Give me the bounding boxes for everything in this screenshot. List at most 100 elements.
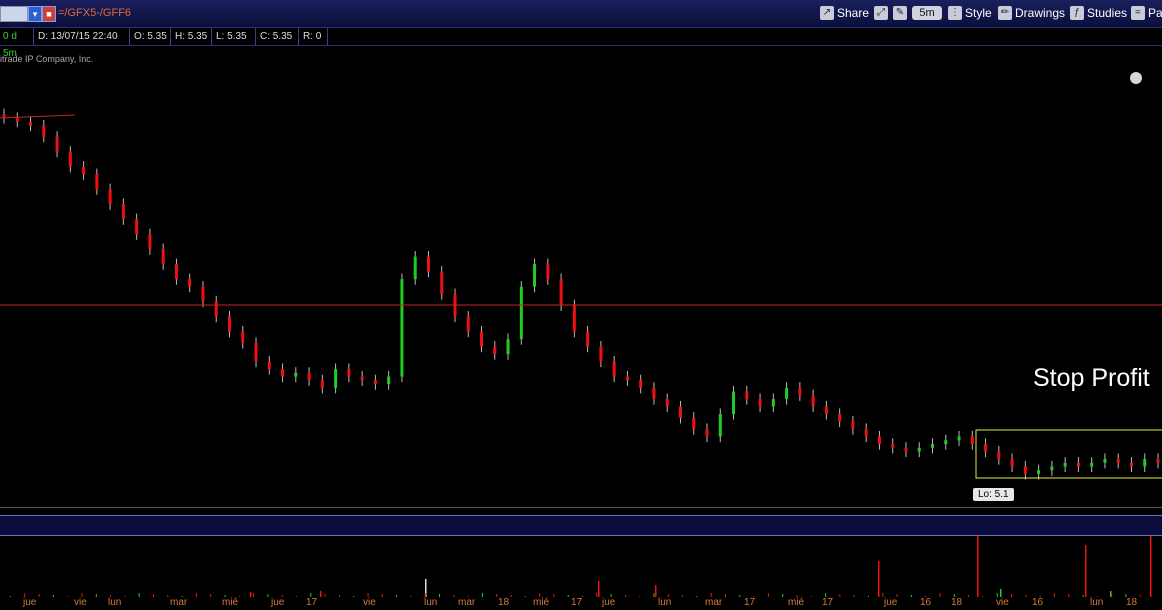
timeframe-button[interactable]: 5m [912,6,942,20]
drawings-button[interactable]: ✏ Drawings [998,5,1065,21]
candle-body [877,436,881,445]
candle-body [82,166,86,175]
volume-bar [1011,594,1012,597]
volume-bar [453,595,455,597]
volume-bar [1111,593,1113,597]
x-tick-label: jue [23,597,37,608]
candle-body [413,256,417,280]
x-tick-label: jue [884,597,898,608]
candle-body [546,264,550,280]
ohlc-info-bar: 0 d 5m D: 13/07/15 22:40 O: 5.35 H: 5.35… [0,28,1162,59]
volume-bar [810,596,812,597]
volume-bars-group [10,527,1152,597]
style-button[interactable]: ⋮ Style [948,5,992,21]
x-tick-label: 17 [744,597,756,608]
volume-bar [138,593,140,597]
candle-body [281,369,285,377]
volume-bar [1053,593,1055,597]
candle-body [440,271,444,295]
candle-body [824,406,828,415]
volume-bar [682,595,684,597]
candle-body [466,316,470,332]
stop-profit-label[interactable]: Stop Profit [1033,364,1150,393]
candle-body [718,414,722,437]
symbol-entry[interactable] [0,6,28,22]
candle-body [347,369,351,377]
candle-body [559,279,563,306]
candle-body [148,234,152,250]
candles-group [2,108,1160,480]
candle-body [652,387,656,400]
patterns-label: Pa [1148,6,1162,20]
studies-icon: ƒ [1070,6,1084,20]
x-tick-label: lun [658,597,672,608]
volume-bar [1082,595,1084,597]
trend-line[interactable] [0,114,76,119]
candle-body [1050,466,1054,471]
candle-body [493,346,497,355]
candle-body [984,444,988,452]
studies-button[interactable]: ƒ Studies [1070,5,1127,21]
volume-bar [439,594,440,597]
candle-body [586,331,590,347]
candle-body [1129,462,1133,467]
x-tick-label: mar [705,597,723,608]
volume-bar [977,527,979,597]
x-tick-label: lun [1090,597,1104,608]
candle-body [732,391,736,415]
candle-body [135,219,139,235]
candle-body [1090,462,1094,467]
candle-body [838,414,842,422]
candle-body [1010,459,1014,467]
patterns-button[interactable]: ≈ Pa [1131,5,1162,21]
volume-bar [725,594,726,597]
studies-label: Studies [1087,6,1128,20]
candle-body [771,399,775,407]
candle-body [121,204,125,220]
volume-bar [868,596,869,597]
volume-bar [839,594,841,597]
x-tick-label: 18 [951,597,963,608]
link-icon[interactable]: ■ [42,6,56,22]
candle-body [745,391,749,400]
candle-body [678,406,682,418]
settings-button[interactable]: ✎ [893,5,907,21]
candle-body [1143,459,1147,467]
volume-bar [982,596,984,597]
low-label: L: 5.35 [213,28,256,45]
x-tick-label: mié [222,597,239,608]
candle-body [227,316,231,332]
x-tick-label: mié [788,597,805,608]
candle-body [639,380,643,388]
symbol-dropdown-icon[interactable]: ▾ [28,6,42,22]
stop-profit-box[interactable] [975,429,1162,479]
volume-bar [1025,595,1027,597]
volume-bar [910,595,912,597]
x-tick-label: mar [170,597,188,608]
volume-bar [124,596,126,597]
volume-bar [624,595,626,597]
candle-body [334,369,338,388]
pencil-icon: ✏ [998,6,1012,20]
candle-body [426,256,430,272]
volume-bar [320,591,322,597]
candle-body [161,249,165,265]
lower-panel-header[interactable] [0,515,1162,536]
volume-bar [250,592,252,597]
candle-body [785,387,789,400]
volume-bar [381,594,383,597]
candle-body [705,429,709,437]
x-tick-label: 16 [1032,597,1044,608]
candle-body [42,125,46,137]
chart-settings-icon[interactable] [1130,72,1142,84]
share-icon: ↗ [820,6,834,20]
x-tick-label: lun [108,597,122,608]
x-tick-label: 17 [571,597,583,608]
fullscreen-button[interactable]: ⤢ [874,5,888,21]
candle-body [387,376,391,385]
share-button[interactable]: ↗ Share [820,5,869,21]
volume-bar [253,593,255,597]
volume-bar [10,596,11,597]
candle-body [1156,459,1160,463]
candle-body [997,451,1001,460]
